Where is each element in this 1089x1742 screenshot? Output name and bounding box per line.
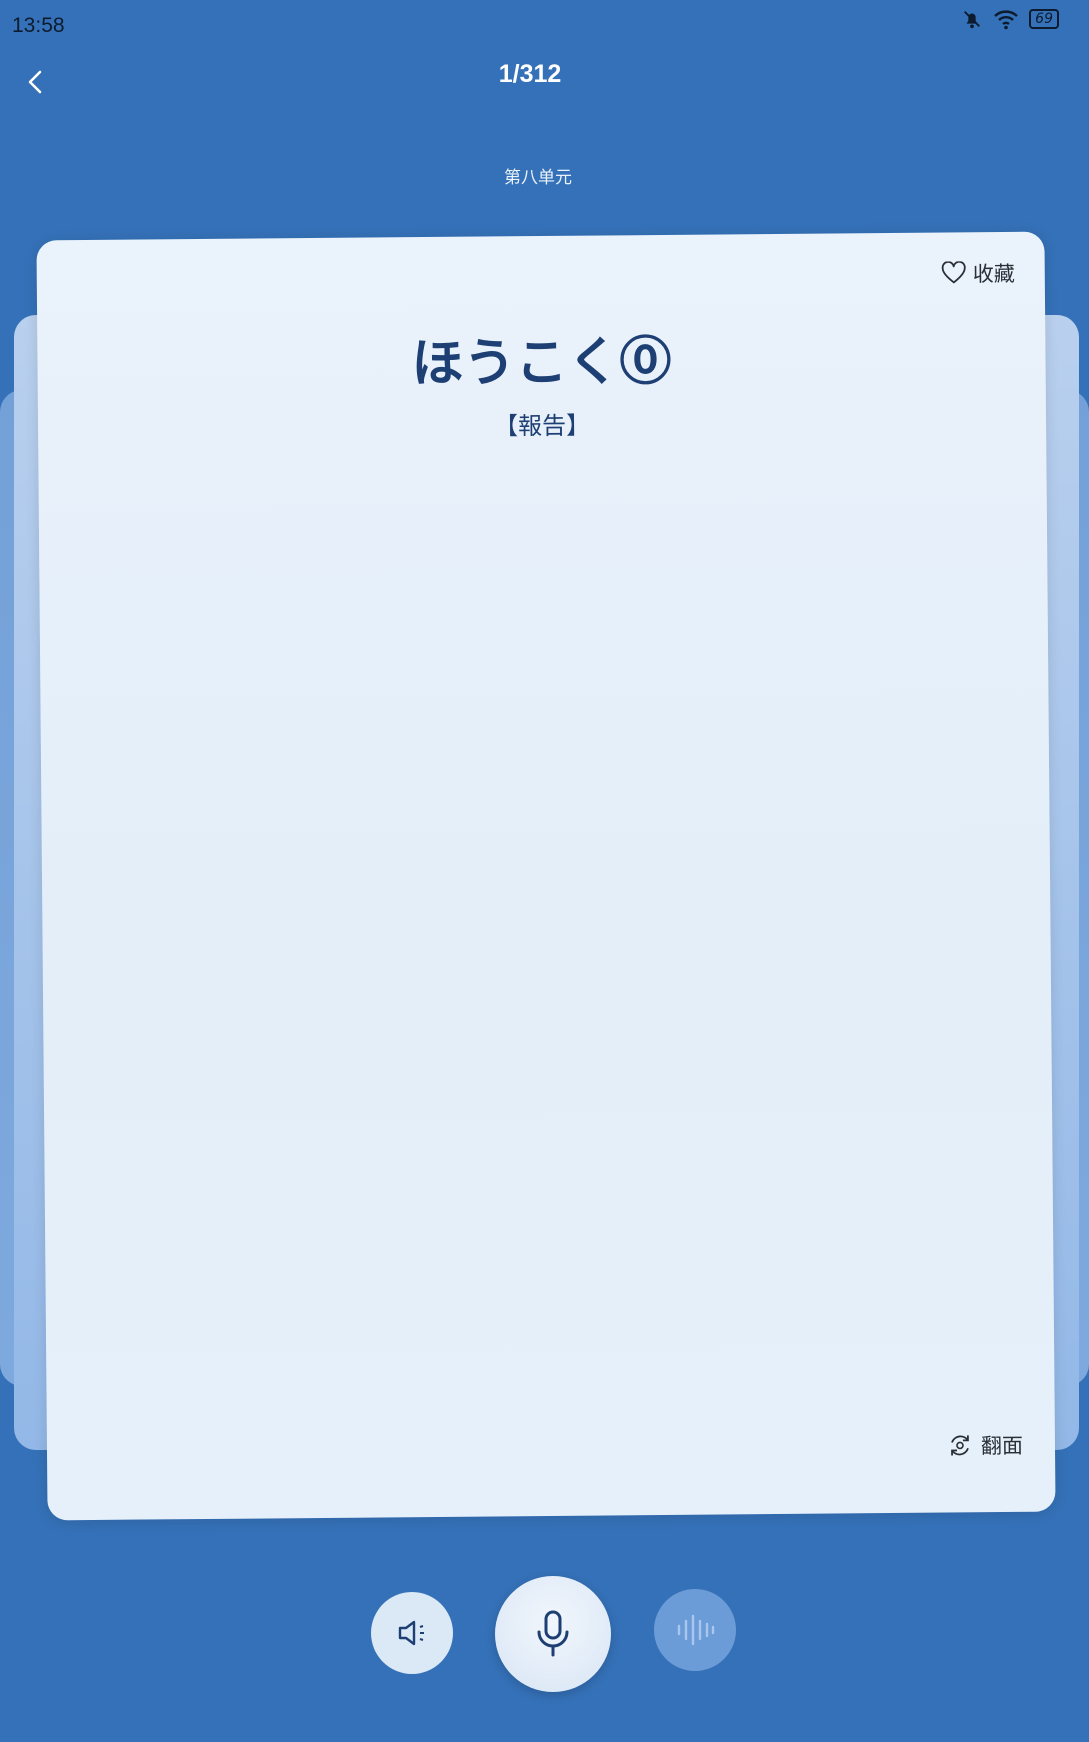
playback-recording-button[interactable] [654, 1589, 736, 1671]
record-button[interactable] [495, 1576, 611, 1692]
microphone-icon [537, 1610, 569, 1657]
flashcard[interactable]: 收藏 ほうこく⓪ 【報告】 翻面 [36, 231, 1056, 1521]
page-counter: 1/312 [498, 60, 562, 88]
speaker-icon [398, 1620, 424, 1646]
status-time: 13:58 [12, 14, 65, 37]
word-kanji: 【報告】 [493, 411, 591, 441]
word-kana: ほうこく⓪ [411, 331, 672, 395]
favorite-label: 收藏 [972, 261, 1015, 287]
battery-icon: 69 [1029, 9, 1059, 29]
heart-outline-icon [941, 261, 966, 284]
unit-title: 第八单元 [504, 168, 572, 188]
status-icons: 69 [961, 8, 1059, 30]
wifi-icon [994, 10, 1018, 30]
play-audio-button[interactable] [371, 1592, 453, 1674]
flip-label: 翻面 [980, 1433, 1024, 1459]
waveform-icon [677, 1614, 715, 1646]
status-bar: 13:58 69 [0, 0, 1089, 50]
bell-off-icon [964, 11, 981, 29]
flip-rotate-icon [951, 1435, 969, 1456]
flip-button[interactable]: 翻面 [947, 1430, 1023, 1461]
favorite-button[interactable]: 收藏 [941, 258, 1015, 289]
